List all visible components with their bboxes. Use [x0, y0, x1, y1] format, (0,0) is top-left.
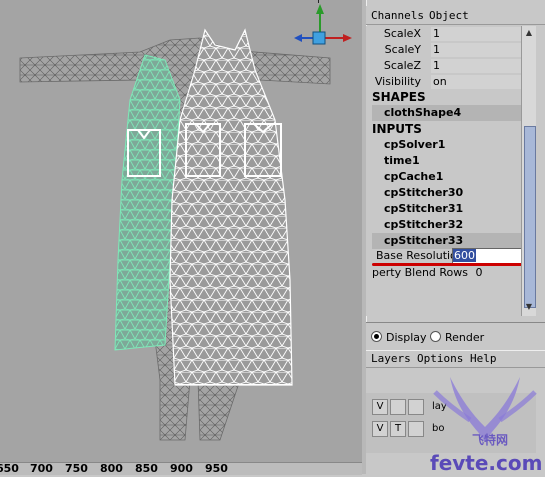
watermark-subtext: 飞特网 [472, 432, 508, 447]
menu-channels[interactable]: Channels [371, 9, 424, 22]
scroll-down-icon[interactable]: ▼ [524, 302, 534, 312]
cloth-mesh-scene: Y [19, 0, 352, 441]
time-slider[interactable]: 650 700 750 800 850 900 950 [0, 462, 362, 475]
attr-row-scalex[interactable]: ScaleX 1 [366, 26, 521, 42]
watermark-text: fevte.com [430, 451, 542, 474]
timeline-tick: 650 [0, 462, 19, 475]
menu-object[interactable]: Object [429, 9, 469, 22]
inputs-header: INPUTS [372, 122, 422, 136]
menu-layers[interactable]: Layers [371, 352, 411, 365]
blend-rows-row[interactable]: perty Blend Rows 0 [372, 266, 483, 279]
layer-visibility-toggle[interactable]: V [372, 399, 388, 415]
attr-value[interactable]: on [431, 75, 521, 89]
attr-label: ScaleY [384, 43, 421, 56]
attr-value[interactable]: 1 [431, 43, 521, 57]
menu-help[interactable]: Help [470, 352, 497, 365]
radio-render-label: Render [445, 331, 485, 344]
view-axis-gizmo[interactable]: Y [294, 0, 352, 45]
timeline-tick: 950 [205, 462, 228, 475]
radio-render[interactable]: Render [430, 331, 484, 344]
input-node-time1[interactable]: time1 [384, 153, 420, 169]
attr-label: ScaleZ [383, 59, 421, 72]
layer-visibility-toggle[interactable]: V [372, 421, 388, 437]
blend-rows-label: perty Blend Rows [372, 266, 469, 279]
layer-color-swatch[interactable] [408, 421, 424, 437]
base-resolution-label: Base Resolution [376, 249, 464, 262]
input-node-cpstitcher32[interactable]: cpStitcher32 [384, 217, 463, 233]
blend-rows-value[interactable]: 0 [476, 266, 483, 279]
attr-row-visibility[interactable]: Visibility on [366, 74, 521, 90]
input-node-cpcache1[interactable]: cpCache1 [384, 169, 443, 185]
base-resolution-value: 600 [453, 249, 476, 262]
shapes-header: SHAPES [372, 90, 426, 104]
attr-value[interactable]: 1 [431, 59, 521, 73]
timeline-tick: 900 [170, 462, 193, 475]
timeline-tick: 800 [100, 462, 123, 475]
layer-template-toggle[interactable]: T [390, 421, 406, 437]
attr-label: Visibility [374, 75, 421, 88]
attr-label: ScaleX [383, 27, 421, 40]
layer-template-toggle[interactable] [390, 399, 406, 415]
menu-options[interactable]: Options [417, 352, 463, 365]
timeline-tick: 700 [30, 462, 53, 475]
radio-display-label: Display [386, 331, 427, 344]
layer-color-swatch[interactable] [408, 399, 424, 415]
channel-box-scrollbar[interactable]: ▲ ▼ [521, 26, 536, 316]
fevte-logo-icon: 飞特网 fevte.com [430, 377, 542, 475]
viewport-3d[interactable]: Y [0, 0, 362, 462]
timeline-tick: 850 [135, 462, 158, 475]
fevte-watermark: 飞特网 fevte.com [430, 372, 545, 475]
channel-box-menubar: Channels Object [366, 6, 545, 25]
scroll-thumb[interactable] [524, 126, 536, 308]
scroll-up-icon[interactable]: ▲ [524, 28, 534, 38]
shape-node-clothshape4[interactable]: clothShape4 [372, 105, 521, 121]
radio-dot-icon [371, 331, 382, 342]
attr-row-scaley[interactable]: ScaleY 1 [366, 42, 521, 58]
input-node-cpstitcher33[interactable]: cpStitcher33 [372, 233, 521, 249]
timeline-tick: 750 [65, 462, 88, 475]
input-node-cpsolver1[interactable]: cpSolver1 [384, 137, 445, 153]
layer-menubar: Layers Options Help [366, 350, 545, 368]
attr-value[interactable]: 1 [431, 27, 521, 41]
base-resolution-field[interactable]: 600 [452, 248, 524, 264]
radio-dot-icon [430, 331, 441, 342]
input-node-cpstitcher31[interactable]: cpStitcher31 [384, 201, 463, 217]
attr-row-scalez[interactable]: ScaleZ 1 [366, 58, 521, 74]
svg-text:Y: Y [315, 0, 321, 5]
radio-display[interactable]: Display [371, 331, 427, 344]
input-node-cpstitcher30[interactable]: cpStitcher30 [384, 185, 463, 201]
base-resolution-row[interactable]: Base Resolution 600 [366, 248, 524, 264]
